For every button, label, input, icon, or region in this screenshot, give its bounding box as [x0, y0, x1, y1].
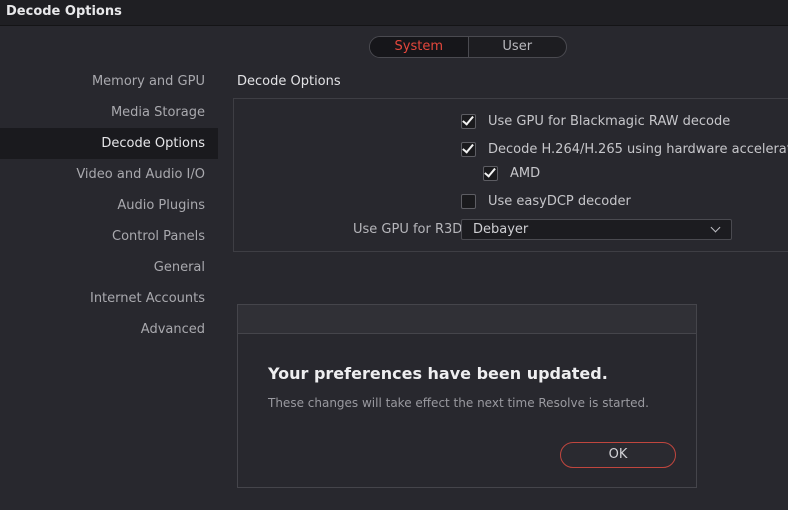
- sidebar-item-audio-plugins[interactable]: Audio Plugins: [0, 190, 218, 221]
- sidebar-item-decode-options[interactable]: Decode Options: [0, 128, 218, 159]
- sidebar-item-internet-accounts[interactable]: Internet Accounts: [0, 283, 218, 314]
- sidebar-item-control-panels[interactable]: Control Panels: [0, 221, 218, 252]
- decode-options-panel: Use GPU for Blackmagic RAW decode Decode…: [233, 98, 788, 252]
- option-gpu-braw[interactable]: Use GPU for Blackmagic RAW decode: [461, 114, 730, 129]
- tab-user[interactable]: User: [469, 37, 567, 57]
- option-hw-decode[interactable]: Decode H.264/H.265 using hardware accele…: [461, 142, 788, 157]
- sidebar-item-video-and-audio-io[interactable]: Video and Audio I/O: [0, 159, 218, 190]
- amd-label: AMD: [510, 166, 541, 181]
- gpu-braw-checkbox[interactable]: [461, 114, 476, 129]
- sidebar-item-general[interactable]: General: [0, 252, 218, 283]
- sidebar-item-advanced[interactable]: Advanced: [0, 314, 218, 345]
- dialog-message: These changes will take effect the next …: [268, 396, 649, 410]
- dialog-title: Your preferences have been updated.: [268, 364, 608, 383]
- easydcp-label: Use easyDCP decoder: [488, 194, 631, 209]
- r3d-selected-value: Debayer: [473, 222, 529, 237]
- option-amd[interactable]: AMD: [483, 166, 540, 181]
- sidebar-item-memory-and-gpu[interactable]: Memory and GPU: [0, 66, 218, 97]
- gpu-braw-label: Use GPU for Blackmagic RAW decode: [488, 114, 731, 129]
- hw-decode-checkbox[interactable]: [461, 142, 476, 157]
- sidebar-item-media-storage[interactable]: Media Storage: [0, 97, 218, 128]
- section-title: Decode Options: [237, 74, 341, 89]
- preferences-updated-dialog: Your preferences have been updated. Thes…: [237, 304, 697, 488]
- preferences-sidebar: Memory and GPU Media Storage Decode Opti…: [0, 66, 218, 345]
- ok-button[interactable]: OK: [560, 442, 676, 468]
- amd-checkbox[interactable]: [483, 166, 498, 181]
- option-easydcp[interactable]: Use easyDCP decoder: [461, 194, 631, 209]
- window-title: Decode Options: [6, 4, 122, 19]
- r3d-dropdown[interactable]: Debayer: [461, 219, 732, 240]
- title-bar: Decode Options: [0, 0, 788, 26]
- easydcp-checkbox[interactable]: [461, 194, 476, 209]
- hw-decode-label: Decode H.264/H.265 using hardware accele…: [488, 142, 788, 157]
- scope-toggle: System User: [369, 36, 567, 58]
- r3d-label: Use GPU for R3D: [353, 222, 463, 237]
- tab-system[interactable]: System: [370, 37, 469, 57]
- chevron-down-icon: [710, 222, 721, 233]
- dialog-header: [238, 305, 696, 334]
